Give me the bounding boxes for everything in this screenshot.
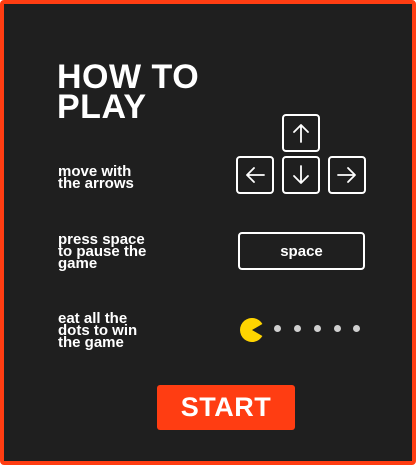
left-arrow-key[interactable] <box>236 156 274 194</box>
arrow-left-icon <box>246 167 265 183</box>
right-arrow-key[interactable] <box>328 156 366 194</box>
pellet-icon <box>274 325 281 332</box>
pellet-icon <box>314 325 321 332</box>
start-button[interactable]: START <box>157 385 295 430</box>
pellet-icon <box>334 325 341 332</box>
arrow-down-icon <box>293 165 309 184</box>
arrow-right-icon <box>337 167 356 183</box>
arrow-up-icon <box>293 124 309 143</box>
down-arrow-key[interactable] <box>282 156 320 194</box>
pacman-icon <box>240 318 263 342</box>
pellet-icon <box>353 325 360 332</box>
space-key[interactable]: space <box>238 232 365 270</box>
instruction-arrows: move with the arrows <box>58 163 134 192</box>
instruction-eat: eat all the dots to win the game <box>58 310 138 351</box>
page-title: HOW TO PLAY <box>57 58 200 126</box>
up-arrow-key[interactable] <box>282 114 320 152</box>
pellet-icon <box>294 325 301 332</box>
instruction-space: press space to pause the game <box>58 231 147 272</box>
how-to-play-panel: HOW TO PLAY move with the arrows press s… <box>0 0 416 465</box>
